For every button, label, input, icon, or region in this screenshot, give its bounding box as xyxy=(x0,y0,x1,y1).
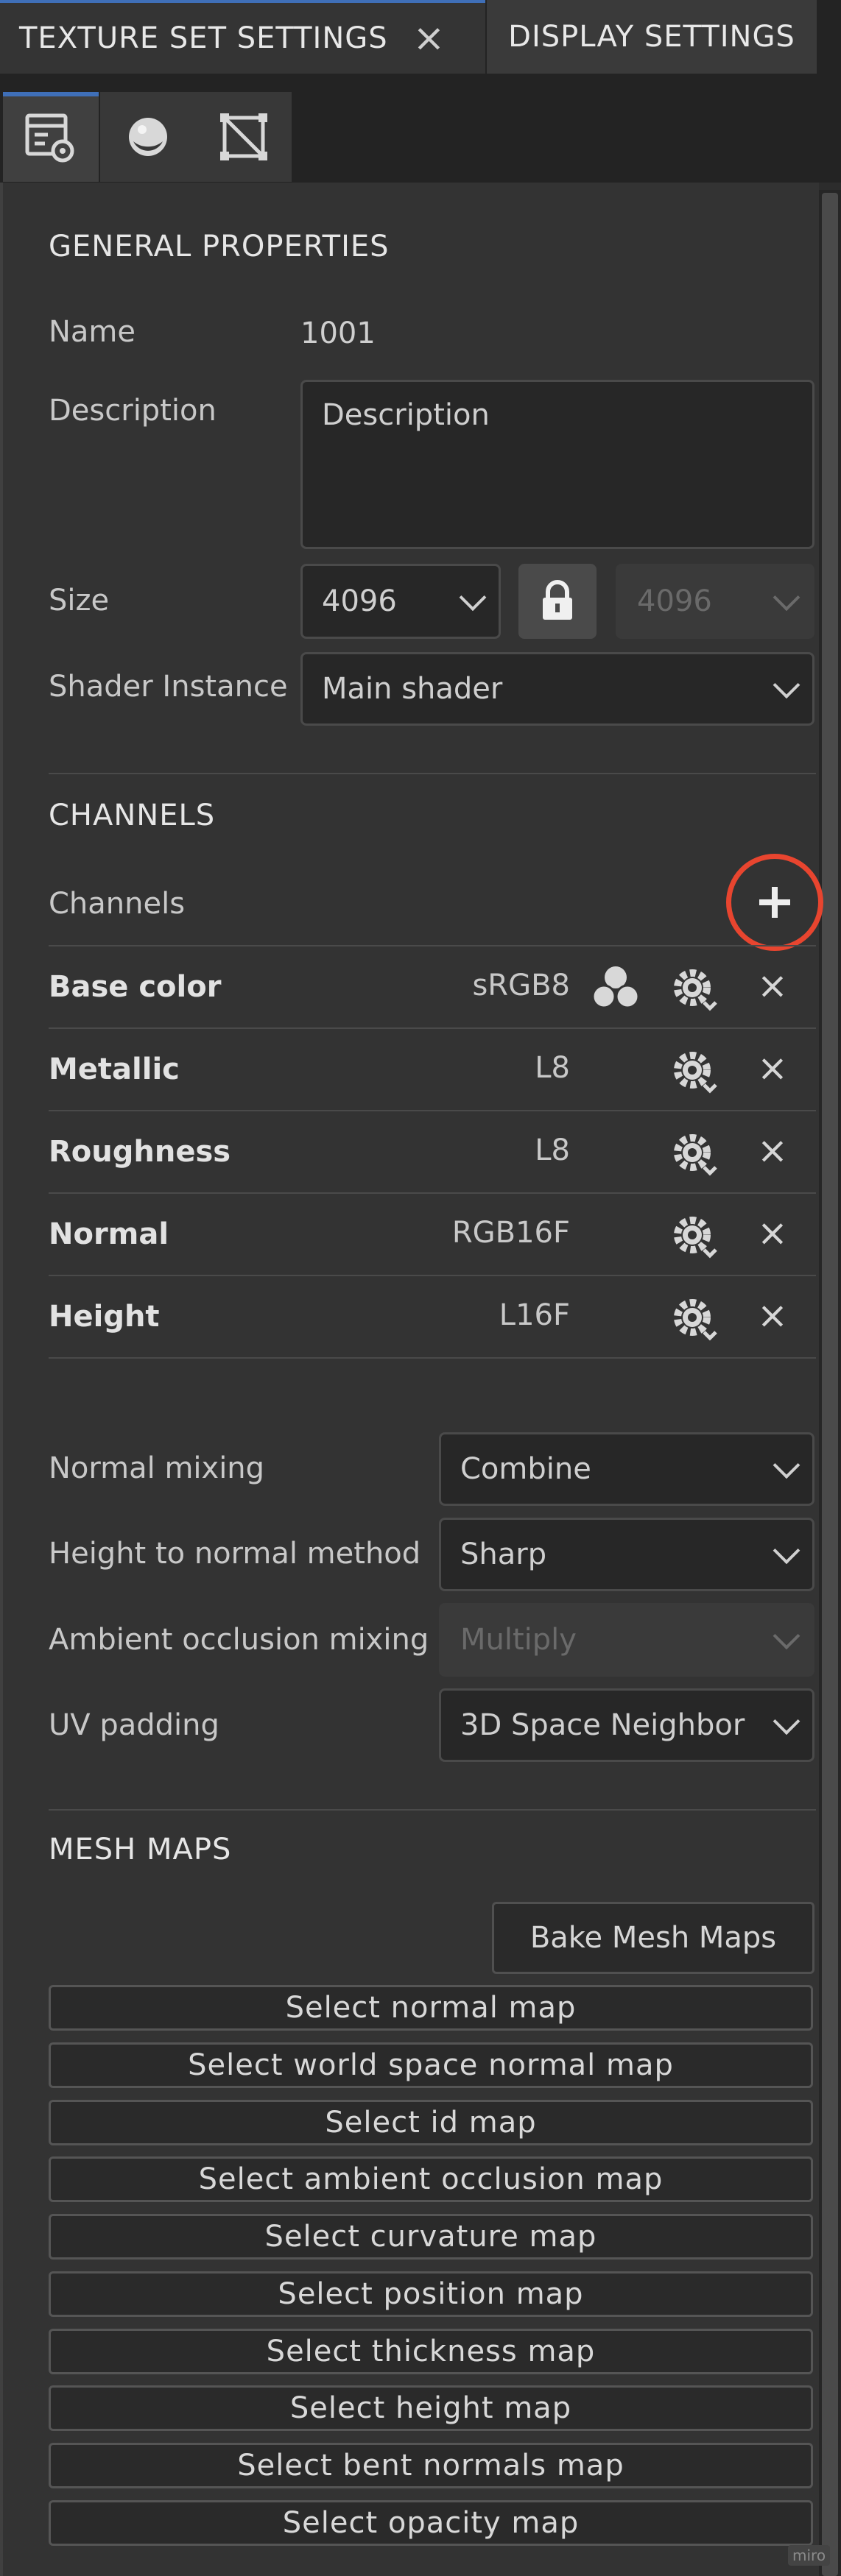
select-ambient-occlusion-map-button[interactable]: Select ambient occlusion map xyxy=(49,2156,813,2202)
select-thickness-map-button[interactable]: Select thickness map xyxy=(49,2329,813,2374)
channel-name: Metallic xyxy=(49,1052,180,1086)
normal-mixing-dropdown[interactable]: Combine xyxy=(439,1432,814,1506)
ao-mixing-value: Multiply xyxy=(460,1623,577,1657)
channel-format: sRGB8 xyxy=(472,969,570,1002)
size-dropdown[interactable]: 4096 xyxy=(300,564,501,639)
watermark: miro xyxy=(788,2545,831,2566)
close-icon[interactable]: × xyxy=(757,967,788,1004)
subtab-texture-set[interactable] xyxy=(3,92,99,182)
channel-row-roughness[interactable]: Roughness L8 × xyxy=(0,1111,819,1194)
shader-instance-value: Main shader xyxy=(322,672,503,706)
channels-list-label: Channels xyxy=(49,887,186,921)
channel-name: Height xyxy=(49,1300,160,1334)
material-sphere-icon xyxy=(129,118,167,156)
normal-mixing-label: Normal mixing xyxy=(49,1451,265,1485)
close-icon[interactable]: × xyxy=(757,1050,788,1086)
chevron-down-icon xyxy=(773,1537,800,1565)
size-label: Size xyxy=(49,584,110,618)
select-normal-map-button[interactable]: Select normal map xyxy=(49,1985,813,2031)
size-lock-button[interactable] xyxy=(518,564,597,639)
tab-display-settings[interactable]: DISPLAY SETTINGS xyxy=(487,0,817,74)
scrollbar-thumb[interactable] xyxy=(822,193,838,2576)
chevron-down-icon xyxy=(773,1708,800,1735)
channel-format: L16F xyxy=(499,1298,570,1332)
close-icon[interactable]: × xyxy=(757,1132,788,1169)
uv-padding-dropdown[interactable]: 3D Space Neighbor xyxy=(439,1688,814,1762)
name-label: Name xyxy=(49,315,136,349)
size-linked-dropdown[interactable]: 4096 xyxy=(616,564,814,639)
description-placeholder: Description xyxy=(322,398,490,432)
texture-set-settings-icon xyxy=(25,113,74,163)
gear-icon[interactable] xyxy=(670,1211,722,1263)
channel-name: Roughness xyxy=(49,1135,231,1169)
select-curvature-map-button[interactable]: Select curvature map xyxy=(49,2214,813,2260)
bake-mesh-maps-button[interactable]: Bake Mesh Maps xyxy=(492,1902,814,1974)
height-to-normal-value: Sharp xyxy=(460,1538,547,1571)
description-field[interactable]: Description xyxy=(300,380,814,549)
select-height-map-button[interactable]: Select height map xyxy=(49,2385,813,2431)
gear-icon[interactable] xyxy=(670,1129,722,1181)
section-title-general: GENERAL PROPERTIES xyxy=(49,230,390,263)
select-world-space-normal-map-button[interactable]: Select world space normal map xyxy=(49,2042,813,2088)
select-bent-normals-map-button[interactable]: Select bent normals map xyxy=(49,2443,813,2488)
normal-mixing-value: Combine xyxy=(460,1452,591,1486)
color-circles-icon[interactable] xyxy=(589,964,642,1013)
divider xyxy=(49,1357,816,1359)
chevron-down-icon xyxy=(773,584,800,612)
tab-label: DISPLAY SETTINGS xyxy=(508,20,795,54)
section-title-mesh-maps: MESH MAPS xyxy=(49,1833,232,1866)
height-to-normal-dropdown[interactable]: Sharp xyxy=(439,1518,814,1591)
plus-icon xyxy=(759,887,790,918)
chevron-down-icon xyxy=(773,1451,800,1479)
shader-instance-dropdown[interactable]: Main shader xyxy=(300,652,814,726)
tab-label: TEXTURE SET SETTINGS xyxy=(19,21,388,55)
size-value: 4096 xyxy=(322,584,397,618)
channel-row-height[interactable]: Height L16F × xyxy=(0,1276,819,1359)
gear-icon[interactable] xyxy=(670,964,722,1016)
shader-instance-label: Shader Instance xyxy=(49,670,288,704)
chevron-down-icon xyxy=(459,584,487,612)
chevron-down-icon xyxy=(773,671,800,699)
channel-name: Normal xyxy=(49,1217,169,1251)
uv-padding-label: UV padding xyxy=(49,1708,219,1742)
height-to-normal-label: Height to normal method xyxy=(49,1537,421,1571)
description-label: Description xyxy=(49,394,217,428)
channel-row-metallic[interactable]: Metallic L8 × xyxy=(0,1029,819,1111)
subtab-material[interactable] xyxy=(100,92,196,182)
close-icon[interactable]: × xyxy=(757,1214,788,1251)
tab-texture-set-settings[interactable]: TEXTURE SET SETTINGS × xyxy=(0,0,485,74)
uv-padding-value: 3D Space Neighbor xyxy=(460,1708,745,1742)
ao-mixing-label: Ambient occlusion mixing xyxy=(49,1623,429,1657)
select-position-map-button[interactable]: Select position map xyxy=(49,2271,813,2317)
channel-name: Base color xyxy=(49,970,222,1004)
channel-row-normal[interactable]: Normal RGB16F × xyxy=(0,1194,819,1276)
lock-icon xyxy=(543,580,572,620)
channel-format: RGB16F xyxy=(451,1216,570,1250)
select-id-map-button[interactable]: Select id map xyxy=(49,2100,813,2145)
gear-icon[interactable] xyxy=(670,1047,722,1098)
ao-mixing-dropdown[interactable]: Multiply xyxy=(439,1603,814,1677)
size-linked-value: 4096 xyxy=(637,584,712,618)
channel-format: L8 xyxy=(535,1133,570,1167)
add-channel-button[interactable] xyxy=(726,854,823,951)
divider xyxy=(49,1809,816,1811)
gear-icon[interactable] xyxy=(670,1294,722,1345)
section-title-channels: CHANNELS xyxy=(49,799,216,832)
select-opacity-map-button[interactable]: Select opacity map xyxy=(49,2500,813,2546)
close-icon[interactable]: × xyxy=(413,19,446,57)
subtab-geometry[interactable] xyxy=(196,92,292,182)
channel-row-base-color[interactable]: Base color sRGB8 × xyxy=(0,946,819,1029)
close-icon[interactable]: × xyxy=(757,1297,788,1334)
uv-geometry-icon xyxy=(220,113,267,160)
chevron-down-icon xyxy=(773,1622,800,1650)
channel-format: L8 xyxy=(535,1051,570,1085)
name-value: 1001 xyxy=(300,316,376,350)
divider xyxy=(49,773,816,774)
